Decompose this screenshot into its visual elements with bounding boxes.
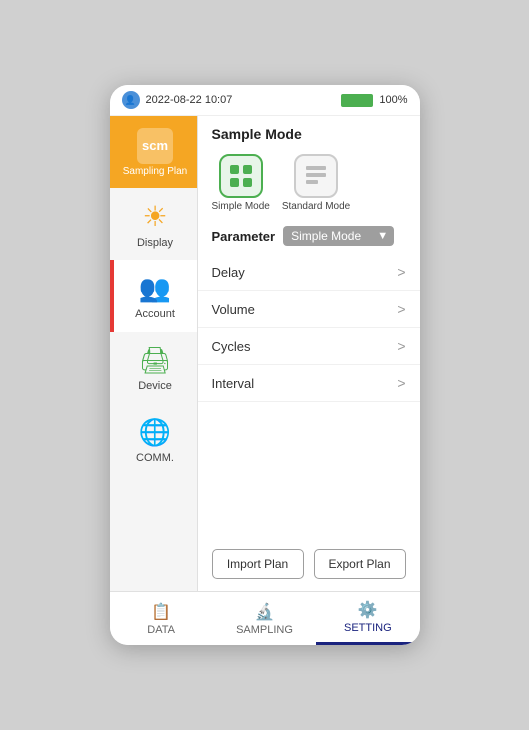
sidebar-item-device[interactable]: 🖨 Device: [110, 332, 197, 404]
sidebar: scm Sampling Plan ☀ Display 👥 Account 🖨 …: [110, 116, 198, 591]
volume-label: Volume: [212, 302, 255, 317]
sampling-nav-label: SAMPLING: [236, 624, 293, 636]
sampling-plan-icon: scm: [137, 128, 173, 164]
parameter-row: Parameter Simple Mode Standard Mode ▼: [198, 222, 420, 254]
account-icon: 👥: [139, 273, 171, 304]
datetime-label: 2022-08-22 10:07: [146, 94, 233, 106]
standard-mode-label: Standard Mode: [282, 201, 350, 212]
display-label: Display: [137, 237, 173, 249]
bottom-nav: 📋 DATA 🔬 SAMPLING ⚙️ SETTING: [110, 591, 420, 645]
nav-item-sampling[interactable]: 🔬 SAMPLING: [213, 592, 316, 645]
simple-mode-svg: [228, 163, 254, 189]
data-nav-label: DATA: [147, 624, 175, 636]
comm-icon: 🌐: [139, 417, 171, 448]
display-icon: ☀: [142, 200, 167, 233]
parameter-select[interactable]: Simple Mode Standard Mode: [283, 226, 394, 246]
battery-percent: 100%: [379, 94, 407, 106]
account-label: Account: [135, 308, 175, 320]
status-bar: 👤 2022-08-22 10:07 100%: [110, 85, 420, 116]
setting-row-delay[interactable]: Delay >: [198, 254, 420, 291]
device-label: Device: [138, 380, 172, 392]
right-panel: Sample Mode Simple Mode: [198, 116, 420, 591]
delay-label: Delay: [212, 265, 245, 280]
setting-row-interval[interactable]: Interval >: [198, 365, 420, 402]
setting-row-volume[interactable]: Volume >: [198, 291, 420, 328]
battery-bar: [341, 94, 373, 107]
panel-title: Sample Mode: [198, 116, 420, 148]
nav-item-setting[interactable]: ⚙️ SETTING: [316, 592, 419, 645]
main-content: scm Sampling Plan ☀ Display 👥 Account 🖨 …: [110, 116, 420, 591]
parameter-label: Parameter: [212, 229, 276, 244]
user-avatar: 👤: [122, 91, 140, 109]
cycles-arrow-icon: >: [397, 338, 405, 354]
interval-arrow-icon: >: [397, 375, 405, 391]
sampling-nav-icon: 🔬: [255, 602, 275, 622]
nav-item-data[interactable]: 📋 DATA: [110, 592, 213, 645]
action-buttons: Import Plan Export Plan: [198, 539, 420, 591]
simple-mode-label: Simple Mode: [212, 201, 270, 212]
simple-mode-card[interactable]: Simple Mode: [212, 154, 270, 212]
status-right: 100%: [341, 94, 407, 107]
data-nav-icon: 📋: [151, 602, 171, 622]
cycles-label: Cycles: [212, 339, 251, 354]
comm-label: COMM.: [136, 452, 174, 464]
import-plan-button[interactable]: Import Plan: [212, 549, 304, 579]
interval-label: Interval: [212, 376, 255, 391]
device-icon: 🖨: [138, 345, 171, 376]
export-plan-button[interactable]: Export Plan: [314, 549, 406, 579]
scm-text: scm: [142, 138, 168, 153]
setting-row-cycles[interactable]: Cycles >: [198, 328, 420, 365]
mode-row: Simple Mode Standard Mode: [198, 148, 420, 222]
status-left: 👤 2022-08-22 10:07: [122, 91, 233, 109]
parameter-select-wrapper[interactable]: Simple Mode Standard Mode ▼: [283, 226, 394, 246]
sidebar-item-display[interactable]: ☀ Display: [110, 188, 197, 260]
simple-mode-icon: [219, 154, 263, 198]
device-frame: 👤 2022-08-22 10:07 100% scm Sampling Pla…: [110, 85, 420, 645]
delay-arrow-icon: >: [397, 264, 405, 280]
setting-nav-label: SETTING: [344, 622, 392, 634]
sidebar-item-sampling-plan[interactable]: scm Sampling Plan: [110, 116, 197, 188]
volume-arrow-icon: >: [397, 301, 405, 317]
settings-list: Delay > Volume > Cycles > Interval >: [198, 254, 420, 539]
sidebar-item-comm[interactable]: 🌐 COMM.: [110, 404, 197, 476]
sampling-plan-label: Sampling Plan: [123, 166, 187, 177]
sidebar-item-account[interactable]: 👥 Account: [110, 260, 197, 332]
standard-mode-svg: [303, 163, 329, 189]
standard-mode-icon: [294, 154, 338, 198]
standard-mode-card[interactable]: Standard Mode: [282, 154, 350, 212]
setting-nav-icon: ⚙️: [358, 600, 378, 620]
